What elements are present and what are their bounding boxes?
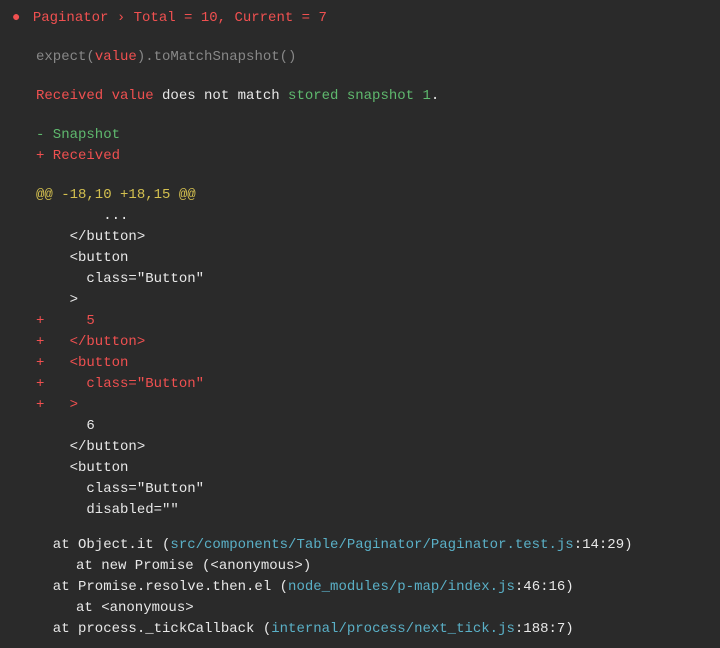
diff-line: <button <box>36 248 708 269</box>
msg-end: . <box>431 88 439 104</box>
diff-lines: ... </button> <button class="Button" >+ … <box>36 206 708 521</box>
diff-line: 6 <box>36 416 708 437</box>
legend-received: + Received <box>36 146 708 167</box>
expect-value: value <box>95 49 137 65</box>
diff-line: </button> <box>36 437 708 458</box>
diff-line: class="Button" <box>36 479 708 500</box>
diff-line: ... <box>36 206 708 227</box>
stack-sub-frame: at new Promise (<anonymous>) <box>12 556 708 577</box>
stack-sub-frame: at <anonymous> <box>12 598 708 619</box>
stack-suffix: :14:29) <box>574 537 633 553</box>
stack-prefix: at Object.it ( <box>36 537 170 553</box>
diff-line: <button <box>36 458 708 479</box>
stack-path: src/components/Table/Paginator/Paginator… <box>170 537 573 553</box>
diff-line: disabled="" <box>36 500 708 521</box>
test-title: Paginator › Total = 10, Current = 7 <box>33 10 327 26</box>
legend-snapshot: - Snapshot <box>36 125 708 146</box>
stack-path: internal/process/next_tick.js <box>271 621 515 637</box>
msg-middle: does not match <box>154 88 288 104</box>
diff-legend: - Snapshot + Received <box>12 125 708 167</box>
bullet-icon: ● <box>12 8 20 29</box>
expect-line: expect(value).toMatchSnapshot() <box>12 47 708 68</box>
diff-line: + </button> <box>36 332 708 353</box>
msg-received: Received value <box>36 88 154 104</box>
diff-line: + class="Button" <box>36 374 708 395</box>
expect-prefix: expect( <box>36 49 95 65</box>
stack-suffix: :46:16) <box>515 579 574 595</box>
stack-frame: at Promise.resolve.then.el (node_modules… <box>12 577 708 598</box>
msg-snapshot: stored snapshot 1 <box>288 88 431 104</box>
stack-frame: at Object.it (src/components/Table/Pagin… <box>12 535 708 556</box>
stack-prefix: at Promise.resolve.then.el ( <box>36 579 288 595</box>
diff-header: @@ -18,10 +18,15 @@ <box>36 185 708 206</box>
diff-line: + > <box>36 395 708 416</box>
stack-frame: at process._tickCallback (internal/proce… <box>12 619 708 640</box>
error-message: Received value does not match stored sna… <box>12 86 708 107</box>
diff-line: </button> <box>36 227 708 248</box>
diff-line: class="Button" <box>36 269 708 290</box>
stack-trace: at Object.it (src/components/Table/Pagin… <box>12 535 708 640</box>
diff-line: + <button <box>36 353 708 374</box>
test-header: ● Paginator › Total = 10, Current = 7 <box>12 8 708 29</box>
stack-path: node_modules/p-map/index.js <box>288 579 515 595</box>
stack-suffix: :188:7) <box>515 621 574 637</box>
diff-line: + 5 <box>36 311 708 332</box>
expect-suffix: ).toMatchSnapshot() <box>137 49 297 65</box>
diff-line: > <box>36 290 708 311</box>
diff-block: @@ -18,10 +18,15 @@ ... </button> <butto… <box>12 185 708 521</box>
stack-prefix: at process._tickCallback ( <box>36 621 271 637</box>
